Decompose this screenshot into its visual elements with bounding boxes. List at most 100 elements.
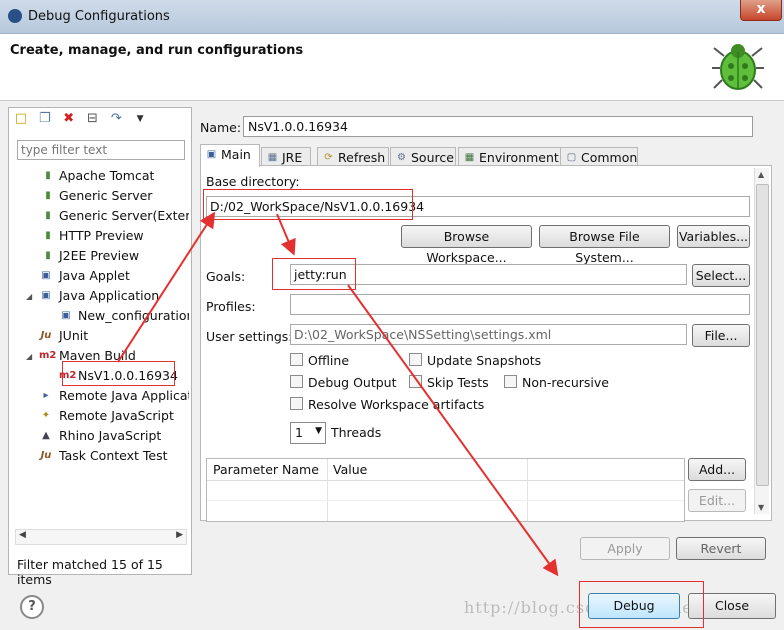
- tree-item-java-application[interactable]: ◢ ▣ Java Application: [9, 286, 189, 306]
- delete-icon[interactable]: ✖: [61, 111, 77, 127]
- dialog-heading: Create, manage, and run configurations: [10, 43, 304, 58]
- base-dir-label: Base directory:: [206, 174, 300, 189]
- title-bar: Debug Configurations x: [0, 0, 784, 34]
- threads-select[interactable]: 1 ▼: [290, 422, 326, 444]
- threads-label: Threads: [331, 425, 382, 440]
- file-button[interactable]: File...: [692, 324, 750, 347]
- update-snapshots-checkbox[interactable]: Update Snapshots: [409, 353, 541, 369]
- server-icon: ▮: [45, 250, 51, 261]
- tab-main[interactable]: ▣ Main: [200, 144, 260, 167]
- apply-button[interactable]: Apply: [580, 537, 670, 560]
- name-input[interactable]: NsV1.0.0.16934: [243, 116, 753, 137]
- offline-checkbox[interactable]: Offline: [290, 353, 349, 369]
- filter-status: Filter matched 15 of 15 items: [17, 557, 163, 587]
- debug-output-checkbox[interactable]: Debug Output: [290, 375, 397, 391]
- window-close-button[interactable]: x: [740, 0, 782, 21]
- tree-item-junit[interactable]: Ju JUnit: [9, 326, 189, 346]
- tree-item-generic-server-external[interactable]: ▮ Generic Server(Extern: [9, 206, 189, 226]
- chevron-down-icon: ▼: [315, 426, 322, 436]
- common-icon: ▢: [566, 152, 577, 163]
- junit-icon: Ju: [40, 330, 52, 341]
- tab-vertical-scrollbar[interactable]: ▲ ▼: [754, 168, 769, 514]
- remote-debug-icon: ▸: [43, 390, 49, 401]
- applet-icon: ▣: [41, 270, 51, 281]
- annotation-box-config: [62, 361, 175, 386]
- config-tree-panel: □ ❐ ✖ ⊟ ↷ ▼ ▮ Apache Tomcat ▮ Generic Se…: [8, 107, 192, 587]
- scroll-thumb[interactable]: [756, 184, 769, 486]
- new-config-icon[interactable]: □: [13, 111, 29, 127]
- add-parameter-button[interactable]: Add...: [688, 458, 746, 481]
- tree-item-j2ee-preview[interactable]: ▮ J2EE Preview: [9, 246, 189, 266]
- parameters-table: Parameter Name Value: [206, 458, 685, 522]
- help-icon[interactable]: ?: [20, 595, 44, 619]
- select-goals-button[interactable]: Select...: [692, 264, 750, 287]
- goals-label: Goals:: [206, 269, 246, 284]
- refresh-icon: ⟳: [324, 152, 333, 163]
- browse-workspace-button[interactable]: Browse Workspace...: [401, 225, 532, 265]
- server-icon: ▮: [45, 170, 51, 181]
- variables-button[interactable]: Variables...: [677, 225, 750, 248]
- revert-button[interactable]: Revert: [676, 537, 766, 560]
- tab-source[interactable]: ⚙ Source: [390, 147, 456, 167]
- column-header-value[interactable]: Value: [333, 462, 367, 477]
- scroll-up-icon[interactable]: ▲: [758, 170, 764, 179]
- edit-parameter-button[interactable]: Edit...: [688, 489, 746, 512]
- tree-item-rhino-javascript[interactable]: ▲ Rhino JavaScript: [9, 426, 189, 446]
- browse-filesystem-button[interactable]: Browse File System...: [539, 225, 670, 265]
- resolve-workspace-checkbox[interactable]: Resolve Workspace artifacts: [290, 397, 484, 413]
- javascript-icon: ✦: [41, 410, 51, 421]
- user-settings-input[interactable]: D:\02_WorkSpace\NSSetting\settings.xml: [290, 324, 687, 345]
- environment-icon: ▦: [464, 152, 475, 163]
- config-editor-panel: Name: NsV1.0.0.16934 ▣ Main ▦ JRE ⟳ Refr…: [196, 107, 778, 573]
- scroll-right-icon[interactable]: ▶: [176, 530, 183, 540]
- server-icon: ▮: [45, 210, 51, 221]
- server-icon: ▮: [45, 190, 51, 201]
- duplicate-icon[interactable]: ❐: [37, 111, 53, 127]
- collapse-all-icon[interactable]: ⊟: [84, 111, 100, 127]
- tab-refresh[interactable]: ⟳ Refresh: [317, 147, 389, 167]
- server-icon: ▮: [45, 230, 51, 241]
- tree-item-remote-java-application[interactable]: ▸ Remote Java Applicat: [9, 386, 189, 406]
- java-app-icon: ▣: [61, 310, 71, 321]
- profiles-label: Profiles:: [206, 299, 256, 314]
- eclipse-icon: [8, 9, 22, 23]
- non-recursive-checkbox[interactable]: Non-recursive: [504, 375, 609, 391]
- dropdown-icon[interactable]: ▼: [132, 111, 148, 127]
- parameters-table-header: Parameter Name Value: [207, 459, 684, 481]
- tab-environment[interactable]: ▦ Environment: [458, 147, 562, 167]
- annotation-box-base-dir: [203, 189, 413, 220]
- bug-icon: [712, 44, 764, 90]
- rhino-icon: ▲: [42, 430, 50, 441]
- tree-item-apache-tomcat[interactable]: ▮ Apache Tomcat: [9, 166, 189, 186]
- tree-item-new-configuration[interactable]: ▣ New_configuration: [9, 306, 189, 326]
- profiles-input[interactable]: [290, 294, 750, 315]
- task-context-icon: Ju: [40, 450, 52, 461]
- tree-item-http-preview[interactable]: ▮ HTTP Preview: [9, 226, 189, 246]
- tab-jre[interactable]: ▦ JRE: [261, 147, 311, 167]
- tree-horizontal-scrollbar[interactable]: ◀ ▶: [15, 529, 187, 545]
- tree-item-remote-javascript[interactable]: ✦ Remote JavaScript: [9, 406, 189, 426]
- maven-icon: m2: [39, 350, 57, 361]
- filter-input[interactable]: [17, 140, 185, 160]
- tree-item-java-applet[interactable]: ▣ Java Applet: [9, 266, 189, 286]
- scroll-down-icon[interactable]: ▼: [758, 503, 764, 512]
- tree-item-task-context-test[interactable]: Ju Task Context Test: [9, 446, 189, 466]
- tree-toolbar: □ ❐ ✖ ⊟ ↷ ▼: [13, 111, 152, 133]
- user-settings-label: User settings:: [206, 329, 293, 344]
- jre-icon: ▦: [267, 152, 278, 163]
- scroll-left-icon[interactable]: ◀: [19, 530, 26, 540]
- dialog-header: Create, manage, and run configurations: [0, 34, 784, 101]
- skip-tests-checkbox[interactable]: Skip Tests: [409, 375, 489, 391]
- column-header-parameter-name[interactable]: Parameter Name: [213, 462, 319, 477]
- annotation-box-goals: [272, 258, 356, 290]
- expanded-arrow-icon[interactable]: ◢: [26, 347, 32, 366]
- name-label: Name:: [200, 120, 242, 135]
- source-icon: ⚙: [397, 152, 406, 163]
- tab-common[interactable]: ▢ Common: [560, 147, 638, 167]
- filter-icon[interactable]: ↷: [108, 111, 124, 127]
- config-tree: ▮ Apache Tomcat ▮ Generic Server ▮ Gener…: [9, 166, 189, 466]
- main-tab-icon: ▣: [206, 149, 217, 160]
- java-app-icon: ▣: [41, 290, 51, 301]
- expanded-arrow-icon[interactable]: ◢: [26, 287, 32, 306]
- tree-item-generic-server[interactable]: ▮ Generic Server: [9, 186, 189, 206]
